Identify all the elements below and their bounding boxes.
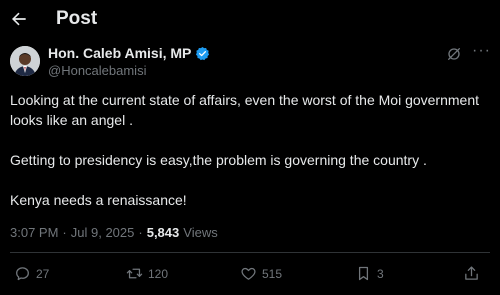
reply-count: 27 — [36, 266, 50, 281]
author-name[interactable]: Hon. Caleb Amisi, MP — [48, 45, 210, 61]
tweet-time[interactable]: 3:07 PM — [10, 225, 58, 240]
top-bar: Post — [0, 0, 500, 38]
tweet-text: Looking at the current state of affairs,… — [10, 90, 490, 210]
views-count: 5,843 — [146, 225, 180, 240]
repost-count: 120 — [148, 266, 169, 281]
tweet-paragraph: Looking at the current state of affairs,… — [10, 92, 479, 128]
tweet-date[interactable]: Jul 9, 2025 — [71, 225, 135, 240]
meta-separator: · — [138, 225, 143, 240]
divider — [10, 252, 490, 253]
like-button[interactable]: 515 — [240, 265, 282, 282]
author-handle[interactable]: @Honcalebamisi — [48, 63, 146, 78]
meta-separator: · — [62, 225, 67, 240]
more-options-icon[interactable]: ··· — [472, 42, 491, 60]
like-count: 515 — [262, 266, 283, 281]
verified-badge-icon — [196, 46, 210, 60]
reply-button[interactable]: 27 — [14, 265, 49, 282]
tweet-paragraph: Kenya needs a renaissance! — [10, 192, 187, 208]
action-bar: 27 120 515 3 — [0, 265, 500, 287]
tweet-meta: 3:07 PM · Jul 9, 2025 · 5,843 Views — [10, 225, 218, 240]
heart-icon — [241, 267, 256, 280]
bookmark-icon — [358, 266, 369, 281]
bookmark-count: 3 — [377, 266, 384, 281]
reply-icon — [16, 267, 29, 281]
avatar[interactable] — [10, 46, 40, 76]
repost-button[interactable]: 120 — [126, 265, 168, 282]
tweet-paragraph: Getting to presidency is easy,the proble… — [10, 152, 427, 168]
share-icon — [465, 266, 478, 280]
author-name-text[interactable]: Hon. Caleb Amisi, MP — [48, 45, 191, 61]
bookmark-button[interactable]: 3 — [355, 265, 384, 282]
views-label: Views — [183, 225, 218, 240]
back-arrow-icon[interactable] — [9, 9, 29, 29]
share-button[interactable] — [463, 265, 485, 282]
page-title: Post — [56, 8, 98, 29]
grok-icon[interactable] — [446, 46, 462, 62]
repost-icon — [126, 268, 143, 279]
